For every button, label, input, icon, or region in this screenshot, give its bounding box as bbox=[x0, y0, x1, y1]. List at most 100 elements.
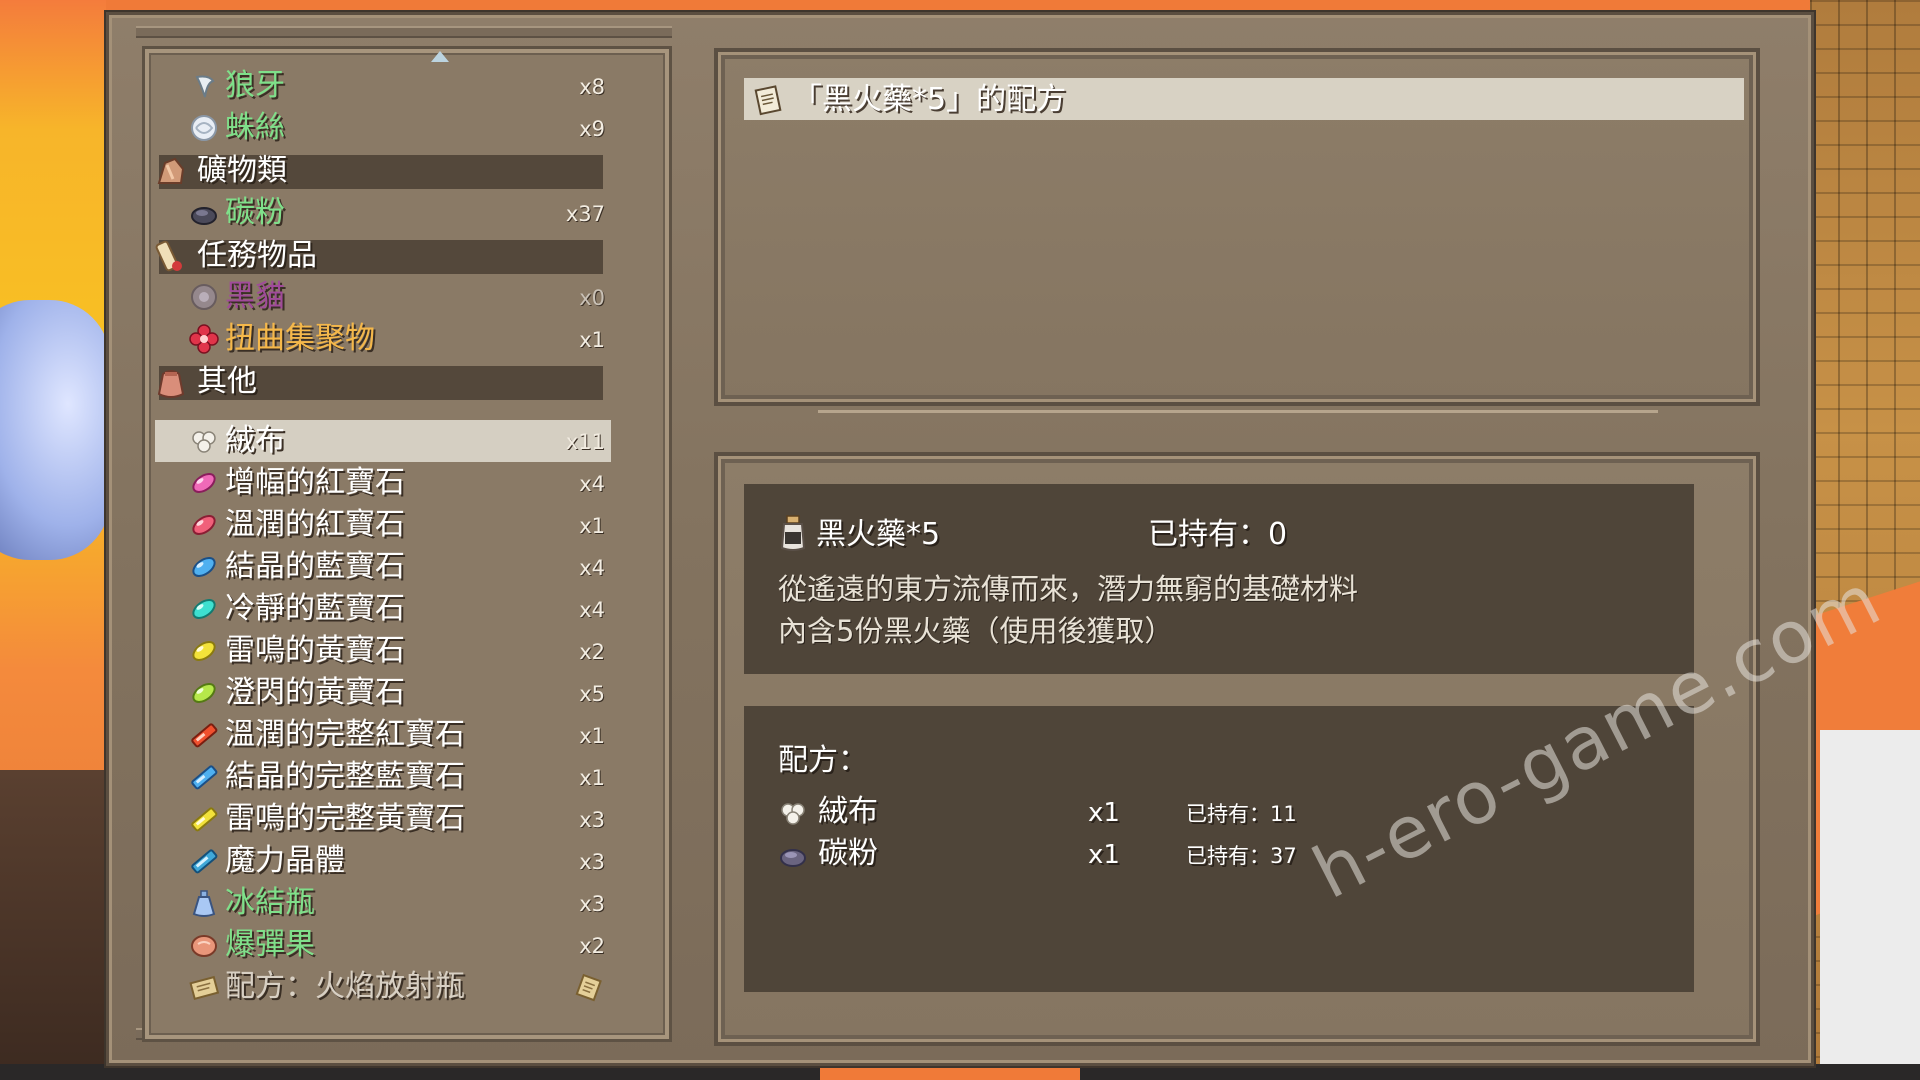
cotton-icon bbox=[781, 803, 805, 825]
category-other[interactable]: 其他 bbox=[157, 364, 603, 400]
item-name: 結晶的藍寶石 bbox=[225, 549, 405, 584]
item-quantity: x1 bbox=[579, 724, 605, 748]
list-item[interactable]: 魔力晶體 x3 bbox=[189, 840, 605, 882]
product-description: 內含5份黑火藥（使用後獲取） bbox=[778, 614, 1174, 648]
blue-gem-icon bbox=[192, 557, 216, 577]
yellow-green-gem-icon bbox=[192, 683, 216, 703]
item-name: 冷靜的藍寶石 bbox=[225, 591, 405, 626]
item-name: 狼牙 bbox=[225, 68, 285, 103]
list-item[interactable]: 增幅的紅寶石 x4 bbox=[189, 462, 605, 504]
item-quantity: x1 bbox=[579, 514, 605, 538]
item-quantity: x3 bbox=[579, 850, 605, 874]
item-name: 配方：火焰放射瓶 bbox=[225, 969, 465, 1004]
list-item[interactable]: 狼牙 x8 bbox=[189, 65, 605, 107]
carbon-powder-icon bbox=[191, 207, 217, 225]
list-item[interactable]: 冰結瓶 x3 bbox=[189, 882, 605, 924]
item-quantity: x3 bbox=[579, 892, 605, 916]
item-quantity: x2 bbox=[579, 640, 605, 664]
category-ore[interactable]: 礦物類 bbox=[157, 153, 603, 189]
item-quantity: x1 bbox=[579, 328, 605, 352]
list-item[interactable]: 配方：火焰放射瓶 bbox=[189, 966, 605, 1008]
list-item[interactable]: 冷靜的藍寶石 x4 bbox=[189, 588, 605, 630]
product-description: 從遙遠的東方流傳而來，潛力無窮的基礎材料 bbox=[778, 572, 1359, 606]
item-name: 溫潤的紅寶石 bbox=[225, 507, 405, 542]
item-quantity: x4 bbox=[579, 472, 605, 496]
item-quantity: x0 bbox=[579, 286, 605, 310]
list-item[interactable]: 碳粉 x37 bbox=[189, 192, 605, 234]
item-quantity: x3 bbox=[579, 808, 605, 832]
recipe-title: 「黑火藥*5」的配方 bbox=[792, 82, 1067, 117]
item-name: 絨布 bbox=[225, 423, 285, 458]
magic-crystal-icon bbox=[191, 849, 218, 874]
background-right-white bbox=[1820, 730, 1920, 1080]
ingredient-name: 碳粉 bbox=[818, 836, 878, 871]
list-item[interactable]: 蛛絲 x9 bbox=[189, 107, 605, 149]
list-item[interactable]: 扭曲集聚物 x1 bbox=[189, 318, 605, 360]
item-quantity: x37 bbox=[565, 202, 605, 226]
scroll-up-icon[interactable] bbox=[431, 51, 449, 62]
ingredient-name: 絨布 bbox=[818, 794, 878, 829]
list-item[interactable]: 結晶的完整藍寶石 x1 bbox=[189, 756, 605, 798]
item-quantity: x4 bbox=[579, 556, 605, 580]
recipe-scroll-icon bbox=[189, 975, 219, 1001]
list-item[interactable]: 雷鳴的完整黃寶石 x3 bbox=[189, 798, 605, 840]
item-name: 溫潤的完整紅寶石 bbox=[225, 717, 465, 752]
pouch-icon bbox=[157, 370, 185, 398]
item-name: 雷鳴的黃寶石 bbox=[225, 633, 405, 668]
quest-scroll-icon bbox=[155, 240, 182, 272]
item-name: 蛛絲 bbox=[225, 110, 285, 145]
item-quantity: x4 bbox=[579, 598, 605, 622]
item-quantity: x2 bbox=[579, 934, 605, 958]
ingredient-owned-count: 已持有：37 bbox=[1186, 844, 1297, 868]
item-list[interactable]: 狼牙 x8 蛛絲 x9 礦物類 碳粉 x37 任務物品 黑貓 x0 扭曲集聚物 … bbox=[142, 46, 672, 1042]
frozen-bottle-icon bbox=[192, 890, 216, 917]
item-name: 增幅的紅寶石 bbox=[225, 465, 405, 500]
item-name: 雷鳴的完整黃寶石 bbox=[225, 801, 465, 836]
list-item[interactable]: 溫潤的完整紅寶石 x1 bbox=[189, 714, 605, 756]
recipe-label: 配方： bbox=[778, 743, 868, 778]
category-quest-items[interactable]: 任務物品 bbox=[155, 238, 603, 274]
item-name: 碳粉 bbox=[225, 195, 285, 230]
bomb-fruit-icon bbox=[191, 935, 217, 957]
black-powder-jar-icon bbox=[780, 515, 806, 551]
category-label: 任務物品 bbox=[197, 238, 317, 273]
category-label: 礦物類 bbox=[197, 153, 287, 188]
list-item-selected[interactable]: 絨布 x11 bbox=[189, 420, 605, 462]
list-item[interactable]: 雷鳴的黃寶石 x2 bbox=[189, 630, 605, 672]
yellow-bar-gem-icon bbox=[191, 807, 218, 832]
product-owned-count: 已持有：0 bbox=[1148, 517, 1288, 552]
item-quantity: x5 bbox=[579, 682, 605, 706]
ore-icon bbox=[157, 157, 185, 184]
ingredient-row: 絨布 x1 已持有：11 bbox=[778, 792, 1338, 832]
recipe-scroll-icon bbox=[575, 973, 602, 1002]
desk-photo bbox=[0, 770, 120, 1080]
item-name: 黑貓 bbox=[225, 279, 285, 314]
list-item[interactable]: 爆彈果 x2 bbox=[189, 924, 605, 966]
dark-crest-icon bbox=[191, 284, 217, 310]
pink-gem-icon bbox=[192, 515, 216, 535]
ingredient-row: 碳粉 x1 已持有：37 bbox=[778, 834, 1338, 874]
ingredient-quantity: x1 bbox=[1088, 840, 1120, 870]
blue-bar-gem-icon bbox=[191, 765, 218, 790]
list-item[interactable]: 澄閃的黃寶石 x5 bbox=[189, 672, 605, 714]
recipe-title-panel: 「黑火藥*5」的配方 bbox=[714, 48, 1760, 406]
product-name: 黑火藥*5 bbox=[816, 517, 941, 552]
red-flower-icon bbox=[189, 324, 219, 354]
item-name: 冰結瓶 bbox=[225, 885, 315, 920]
list-top-rule bbox=[136, 26, 672, 38]
cyan-gem-icon bbox=[192, 599, 216, 619]
controller-photo bbox=[0, 300, 110, 560]
item-name: 結晶的完整藍寶石 bbox=[225, 759, 465, 794]
background-bottom-orange bbox=[820, 1068, 1080, 1080]
crafting-window: 狼牙 x8 蛛絲 x9 礦物類 碳粉 x37 任務物品 黑貓 x0 扭曲集聚物 … bbox=[106, 12, 1814, 1066]
item-quantity: x1 bbox=[579, 766, 605, 790]
item-name: 扭曲集聚物 bbox=[225, 321, 375, 356]
item-name: 澄閃的黃寶石 bbox=[225, 675, 405, 710]
cotton-icon bbox=[192, 431, 216, 453]
list-item[interactable]: 黑貓 x0 bbox=[189, 276, 605, 318]
item-quantity: x11 bbox=[565, 430, 605, 454]
list-item[interactable]: 溫潤的紅寶石 x1 bbox=[189, 504, 605, 546]
item-quantity: x9 bbox=[579, 117, 605, 141]
fang-icon bbox=[195, 75, 215, 98]
list-item[interactable]: 結晶的藍寶石 x4 bbox=[189, 546, 605, 588]
